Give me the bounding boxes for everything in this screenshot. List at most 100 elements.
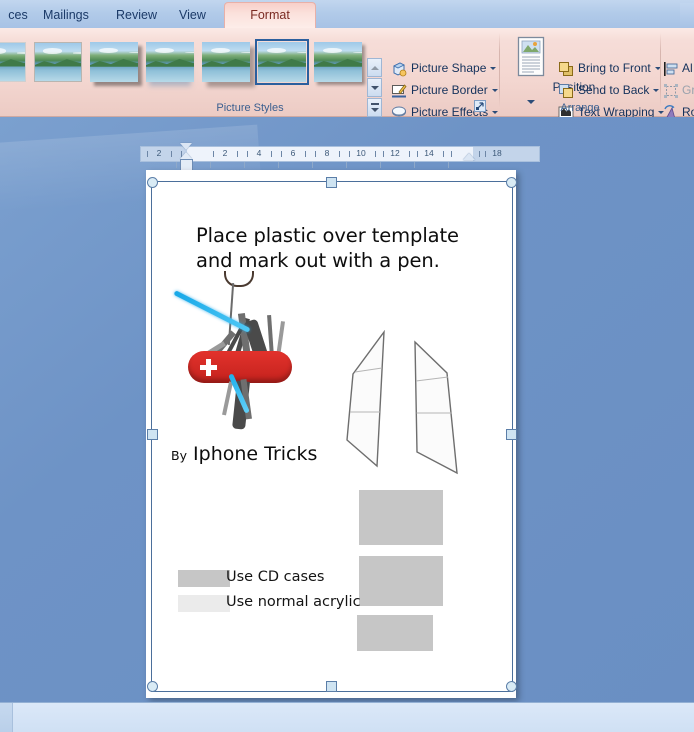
ruler-tick <box>213 151 214 157</box>
bring-front-icon <box>558 61 574 77</box>
position-button[interactable]: Position <box>505 32 595 108</box>
ruler-tick <box>315 151 316 157</box>
ruler-tick-label: 6 <box>290 148 296 158</box>
align-button[interactable]: Al <box>663 58 693 79</box>
handle-bottom-right[interactable] <box>506 681 517 692</box>
byline-prefix: By <box>171 448 187 463</box>
ruler-tick <box>147 151 148 157</box>
byline: By Iphone Tricks <box>171 443 317 465</box>
handle-top-left[interactable] <box>147 177 158 188</box>
swiss-cross-icon <box>200 359 217 376</box>
group-button[interactable]: Gr <box>663 80 694 101</box>
handle-middle-right[interactable] <box>506 429 517 440</box>
handle-bottom-left[interactable] <box>147 681 158 692</box>
tab-review[interactable]: Review <box>107 3 166 28</box>
group-arrange: Position Bring to Front Send to Back Tex… <box>500 28 694 120</box>
group-label-picture-styles: Picture Styles <box>216 102 284 114</box>
ruler-subtick <box>312 162 313 168</box>
ruler-subtick <box>414 162 415 168</box>
word-window: ces Mailings Review View Format Picture … <box>0 0 694 732</box>
thumbnail-inner-border <box>258 42 306 82</box>
gallery-scroll-down-button[interactable] <box>367 78 382 97</box>
ruler-tick-label: 14 <box>424 148 434 158</box>
send-back-icon <box>558 83 574 99</box>
thumbnail-image <box>35 43 81 81</box>
ruler-tick <box>181 151 182 157</box>
tab-view[interactable]: View <box>170 3 215 28</box>
bring-to-front-button[interactable]: Bring to Front <box>557 58 661 79</box>
group-icon <box>663 83 679 99</box>
ruler-tick <box>171 151 172 157</box>
ruler-subtick <box>176 162 177 168</box>
chevron-down-icon <box>370 85 379 90</box>
tab-format-label: Format <box>250 8 290 22</box>
align-icon <box>663 61 679 77</box>
document-page[interactable]: Place plastic over template and mark out… <box>146 170 516 698</box>
chevron-down-icon <box>491 89 498 93</box>
picture-style-simple-frame-white[interactable] <box>0 42 26 82</box>
ruler-tick-label: 2 <box>222 148 228 158</box>
grey-rect-1 <box>359 490 443 545</box>
status-bar-left-cap <box>0 703 13 732</box>
send-to-back-button[interactable]: Send to Back <box>557 80 660 101</box>
thumbnail-image <box>314 42 362 82</box>
shape-icon <box>391 61 407 77</box>
gallery-scroll-up-button[interactable] <box>367 58 382 77</box>
hook-icon <box>224 271 254 287</box>
status-bar <box>0 702 694 732</box>
page-title: Place plastic over template and mark out… <box>196 223 486 273</box>
swiss-army-knife-logo <box>173 271 304 453</box>
legend-label-cd-cases: Use CD cases <box>226 569 325 585</box>
chevron-down-icon <box>490 67 497 71</box>
ruler-tick <box>281 151 282 157</box>
chevron-down-icon <box>653 89 660 93</box>
ruler-tick-label: 4 <box>256 148 262 158</box>
horizontal-ruler[interactable]: 2 2 4 6 8 10 12 14 18 <box>140 146 540 162</box>
ruler-subtick <box>346 162 347 168</box>
thumbnail-image <box>0 43 25 81</box>
ruler-tick <box>247 151 248 157</box>
ruler-tick-label: 18 <box>492 148 502 158</box>
group-label: Gr <box>682 83 694 97</box>
tab-format[interactable]: Format <box>224 2 316 29</box>
ruler-tick <box>375 151 376 157</box>
byline-text: Iphone Tricks <box>186 443 318 465</box>
handle-bottom-center[interactable] <box>326 681 337 692</box>
bring-to-front-label: Bring to Front <box>578 61 651 75</box>
template-shape-left <box>343 330 389 480</box>
tab-review-label: Review <box>116 8 157 22</box>
thumbnail-image <box>202 42 250 82</box>
ruler-tick <box>383 151 384 157</box>
ruler-tick-label: 8 <box>324 148 330 158</box>
ruler-subtick <box>448 162 449 168</box>
group-separator <box>660 33 661 107</box>
ruler-tick <box>443 151 444 157</box>
picture-style-beveled-matte-white[interactable] <box>34 42 82 82</box>
ruler-tick <box>305 151 306 157</box>
picture-styles-gallery[interactable] <box>0 34 368 106</box>
ruler-subtick <box>278 162 279 168</box>
thumbnail-image <box>258 42 306 82</box>
ruler-tick <box>339 151 340 157</box>
ruler-tick <box>417 151 418 157</box>
thumbnail-image <box>146 42 194 82</box>
picture-style-reflected-rounded-rect[interactable] <box>146 42 194 82</box>
picture-style-drop-shadow-rectangle[interactable] <box>90 42 138 82</box>
picture-style-soft-edge-rectangle[interactable] <box>202 42 250 82</box>
send-to-back-label: Send to Back <box>578 83 650 97</box>
picture-style-thick-matte-black[interactable] <box>314 42 362 82</box>
template-shape-right <box>407 337 463 485</box>
legend-label-normal-acrylic: Use normal acrylic <box>226 594 361 610</box>
picture-style-simple-frame-black[interactable] <box>255 39 309 85</box>
handle-top-center[interactable] <box>326 177 337 188</box>
handle-top-right[interactable] <box>506 177 517 188</box>
tab-mailings[interactable]: Mailings <box>34 3 98 28</box>
page-title-line1: Place plastic over template <box>196 224 459 247</box>
ruler-tick <box>271 151 272 157</box>
picture-border-label: Picture Border <box>411 83 488 97</box>
ribbon-tab-strip: ces Mailings Review View Format <box>0 0 694 29</box>
ruler-tick <box>485 151 486 157</box>
picture-shape-button[interactable]: Picture Shape <box>390 58 497 79</box>
handle-middle-left[interactable] <box>147 429 158 440</box>
pencil-border-icon <box>391 83 407 99</box>
